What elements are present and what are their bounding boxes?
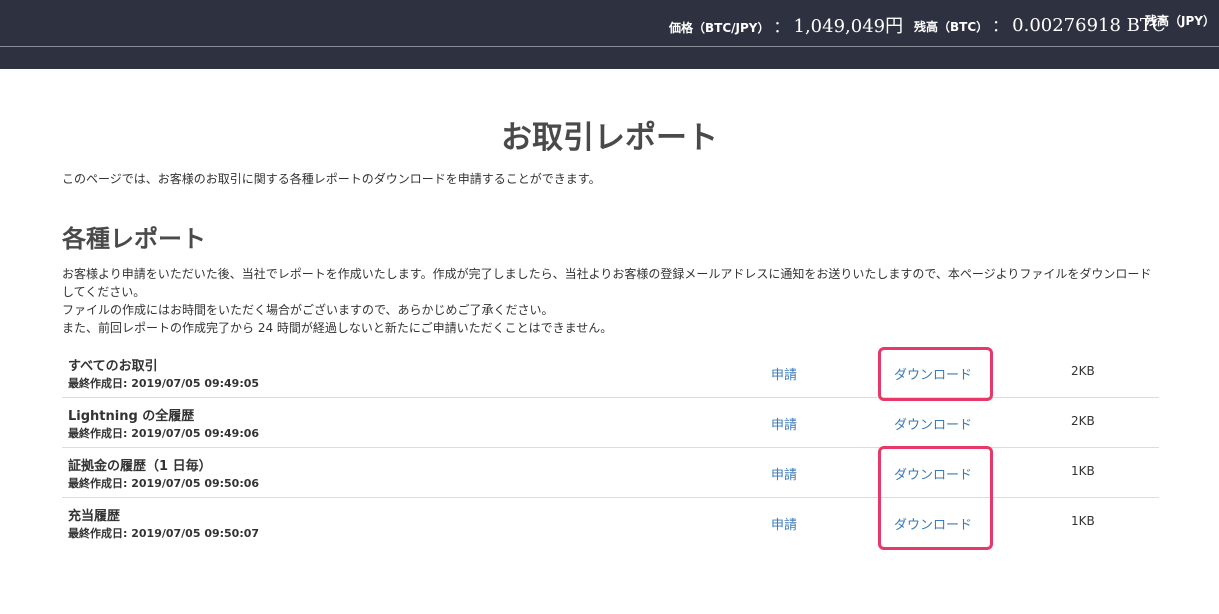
report-last-created: 最終作成日: 2019/07/05 09:49:05 [68,377,260,390]
btc-balance-separator: ： [992,16,1009,35]
download-link[interactable]: ダウンロード [894,414,972,433]
report-row: Lightning の全履歴 最終作成日: 2019/07/05 09:49:0… [62,398,1159,448]
description-line: ファイルの作成にはお時間をいただく場合がございますので、あらかじめご了承ください… [62,303,554,317]
report-last-created: 最終作成日: 2019/07/05 09:50:07 [68,527,260,540]
price-label: 価格（BTC/JPY） [669,21,770,35]
price-ticker: 価格（BTC/JPY） ： 1,049,049円 [669,12,903,38]
jpy-balance-ticker: 残高（JPY） [1145,12,1215,38]
section-description: お客様より申請をいただいた後、当社でレポートを作成いたします。作成が完了しました… [62,265,1162,337]
btc-balance-ticker: 残高（BTC） ： 0.00276918 BTC [914,12,1166,38]
btc-balance-value: 0.00276918 BTC [1012,15,1166,36]
report-name: すべてのお取引 [68,359,158,374]
file-size: 1KB [1071,514,1095,528]
apply-link[interactable]: 申請 [771,364,797,383]
description-line: また、前回レポートの作成完了から 24 時間が経過しないと新たにご申請いただくこ… [62,321,613,335]
report-row: すべてのお取引 最終作成日: 2019/07/05 09:49:05 申請 ダウ… [62,348,1159,398]
report-row: 証拠金の履歴（1 日毎） 最終作成日: 2019/07/05 09:50:06 … [62,448,1159,498]
download-highlight-box [878,446,993,550]
file-size: 1KB [1071,464,1095,478]
apply-link[interactable]: 申請 [771,514,797,533]
report-last-created: 最終作成日: 2019/07/05 09:50:06 [68,477,260,490]
section-title: 各種レポート [62,225,206,253]
report-name: 充当履歴 [68,509,121,524]
report-row: 充当履歴 最終作成日: 2019/07/05 09:50:07 申請 ダウンロー… [62,498,1159,548]
btc-balance-label: 残高（BTC） [914,20,989,34]
report-name: 証拠金の履歴（1 日毎） [68,459,212,474]
price-separator: ： [773,17,790,36]
file-size: 2KB [1071,414,1095,428]
page-title: お取引レポート [501,120,718,156]
top-header-bar: 価格（BTC/JPY） ： 1,049,049円 残高（BTC） ： 0.002… [0,0,1219,69]
report-last-created: 最終作成日: 2019/07/05 09:49:06 [68,427,260,440]
download-highlight-box [878,347,993,401]
file-size: 2KB [1071,364,1095,378]
jpy-balance-label: 残高（JPY） [1145,14,1215,28]
apply-link[interactable]: 申請 [771,464,797,483]
report-name: Lightning の全履歴 [68,409,195,424]
description-line: お客様より申請をいただいた後、当社でレポートを作成いたします。作成が完了しました… [62,267,1152,299]
price-value: 1,049,049円 [793,16,904,37]
page-intro: このページでは、お客様のお取引に関する各種レポートのダウンロードを申請することが… [62,172,601,186]
report-list: すべてのお取引 最終作成日: 2019/07/05 09:49:05 申請 ダウ… [62,348,1159,548]
apply-link[interactable]: 申請 [771,414,797,433]
header-divider [0,46,1219,47]
